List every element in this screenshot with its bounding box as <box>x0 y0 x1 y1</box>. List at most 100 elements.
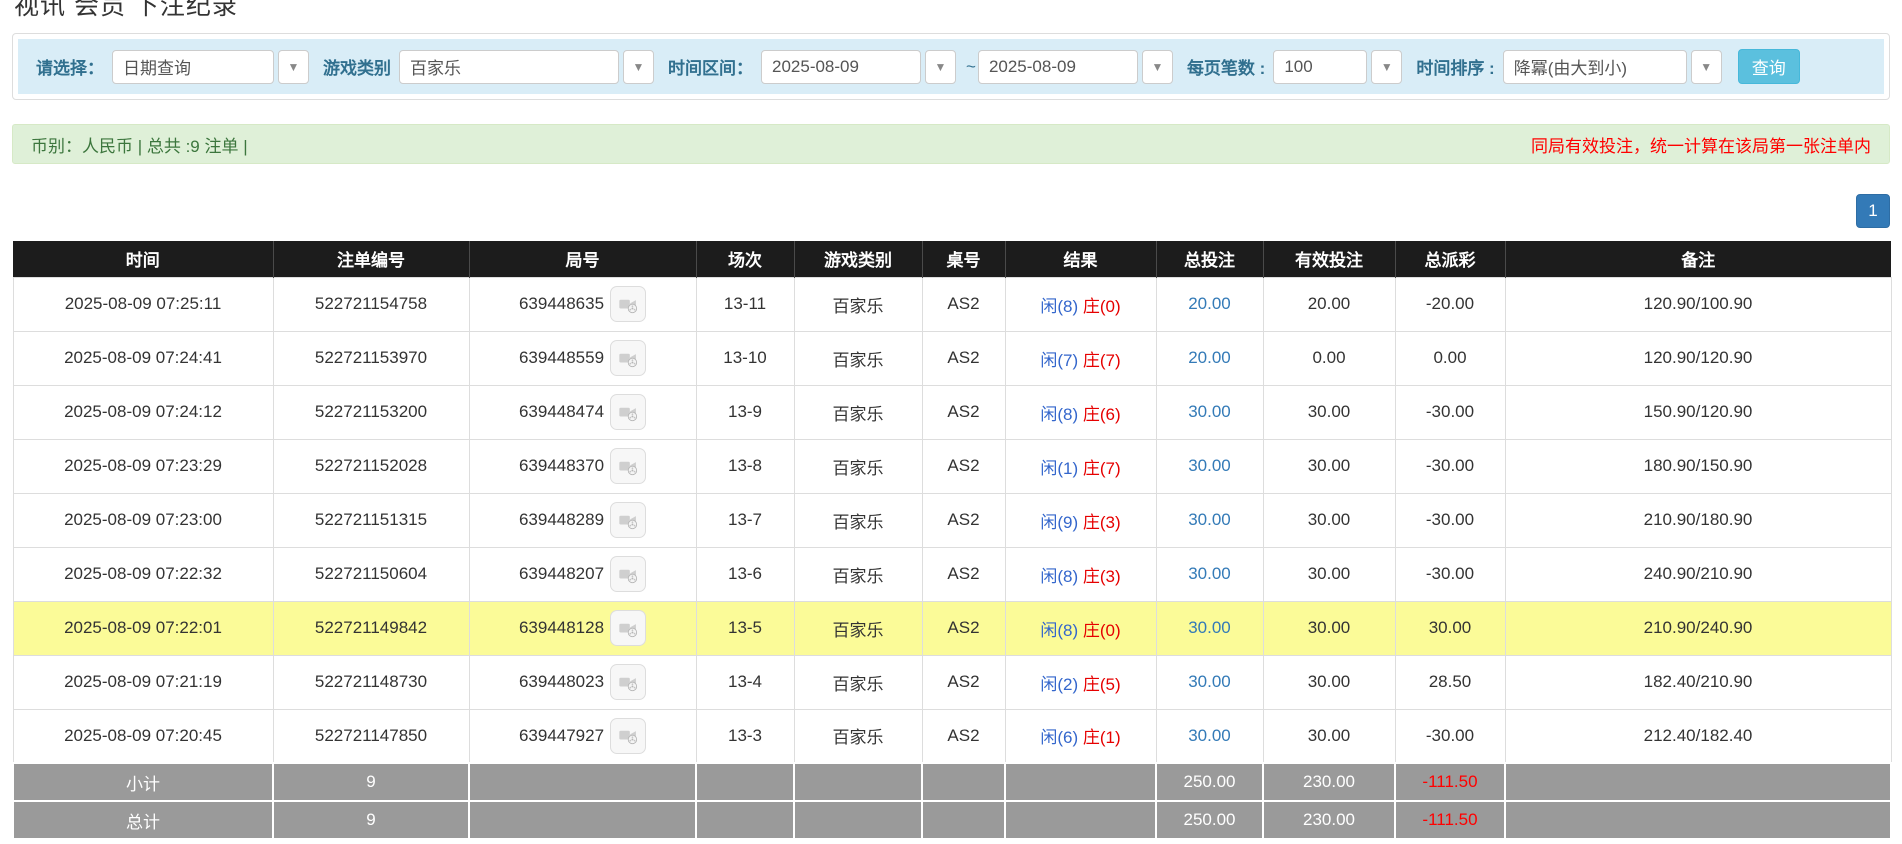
date-to-group: 2025-08-09 ▼ <box>978 50 1173 84</box>
header-round-id: 局号 <box>469 241 696 277</box>
round-id-wrap: 639448370 <box>519 448 646 484</box>
cell-result: 闲(2) 庄(5) <box>1005 655 1156 709</box>
cell-session: 13-5 <box>696 601 794 655</box>
cell-round-id: 639448128 <box>469 601 696 655</box>
result-banker: 庄(7) <box>1083 351 1121 370</box>
chevron-down-icon[interactable]: ▼ <box>1142 50 1173 84</box>
cell-bet-id: 522721153200 <box>273 385 469 439</box>
video-replay-button[interactable] <box>610 394 646 430</box>
round-number: 639447927 <box>519 726 604 746</box>
result-player: 闲(8) <box>1040 621 1078 640</box>
total-bet-link[interactable]: 30.00 <box>1188 672 1231 691</box>
round-id-wrap: 639448559 <box>519 340 646 376</box>
table-row: 2025-08-09 07:25:11522721154758639448635… <box>13 277 1891 331</box>
records-body: 2025-08-09 07:25:11522721154758639448635… <box>13 277 1891 763</box>
page-size-select[interactable]: 100 <box>1273 50 1367 84</box>
total-bet-link[interactable]: 20.00 <box>1188 294 1231 313</box>
cell-payout: -30.00 <box>1395 709 1505 763</box>
video-camera-icon <box>618 564 639 585</box>
video-replay-button[interactable] <box>610 718 646 754</box>
total-bet-link[interactable]: 30.00 <box>1188 618 1231 637</box>
header-time: 时间 <box>13 241 273 277</box>
chevron-down-icon[interactable]: ▼ <box>278 50 309 84</box>
cell-payout: -20.00 <box>1395 277 1505 331</box>
round-number: 639448289 <box>519 510 604 530</box>
cell-payout: 0.00 <box>1395 331 1505 385</box>
video-replay-button[interactable] <box>610 286 646 322</box>
cell-game-type: 百家乐 <box>794 439 922 493</box>
cell-result: 闲(8) 庄(6) <box>1005 385 1156 439</box>
video-replay-button[interactable] <box>610 502 646 538</box>
cell-game-type: 百家乐 <box>794 277 922 331</box>
total-row: 总计 9 250.00 230.00 -111.50 <box>13 801 1891 839</box>
date-to-select[interactable]: 2025-08-09 <box>978 50 1138 84</box>
filter-panel: 请选择： 日期查询 ▼ 游戏类别 百家乐 ▼ 时间区间： 2025-08-09 … <box>12 33 1890 100</box>
cell-round-id: 639448474 <box>469 385 696 439</box>
header-valid-bet: 有效投注 <box>1263 241 1395 277</box>
cell-note: 150.90/120.90 <box>1505 385 1891 439</box>
cell-time: 2025-08-09 07:23:00 <box>13 493 273 547</box>
cell-time: 2025-08-09 07:23:29 <box>13 439 273 493</box>
chevron-down-icon[interactable]: ▼ <box>623 50 654 84</box>
total-bet-link[interactable]: 20.00 <box>1188 348 1231 367</box>
cell-total-bet: 20.00 <box>1156 277 1263 331</box>
cell-session: 13-3 <box>696 709 794 763</box>
search-button[interactable]: 查询 <box>1738 49 1800 84</box>
cell-time: 2025-08-09 07:25:11 <box>13 277 273 331</box>
subtotal-payout: -111.50 <box>1395 763 1505 801</box>
video-replay-button[interactable] <box>610 448 646 484</box>
video-replay-button[interactable] <box>610 556 646 592</box>
cell-table-no: AS2 <box>922 493 1005 547</box>
date-from-select[interactable]: 2025-08-09 <box>761 50 921 84</box>
subtotal-empty-cell <box>922 763 1005 801</box>
table-row: 2025-08-09 07:24:41522721153970639448559… <box>13 331 1891 385</box>
cell-time: 2025-08-09 07:21:19 <box>13 655 273 709</box>
total-bet-link[interactable]: 30.00 <box>1188 564 1231 583</box>
mode-select[interactable]: 日期查询 <box>112 50 274 84</box>
page-title: 视讯 会员 下注纪录 <box>14 0 1890 21</box>
video-camera-icon <box>618 456 639 477</box>
header-bet-id: 注单编号 <box>273 241 469 277</box>
chevron-down-icon[interactable]: ▼ <box>925 50 956 84</box>
total-bet-link[interactable]: 30.00 <box>1188 510 1231 529</box>
game-type-select[interactable]: 百家乐 <box>399 50 619 84</box>
result-banker: 庄(6) <box>1083 405 1121 424</box>
subtotal-label: 小计 <box>13 763 273 801</box>
round-id-wrap: 639448474 <box>519 394 646 430</box>
result-banker: 庄(3) <box>1083 513 1121 532</box>
total-empty-cell <box>696 801 794 839</box>
cell-result: 闲(9) 庄(3) <box>1005 493 1156 547</box>
total-bet-link[interactable]: 30.00 <box>1188 726 1231 745</box>
video-camera-icon <box>618 618 639 639</box>
total-empty-cell <box>1005 801 1156 839</box>
chevron-down-icon[interactable]: ▼ <box>1371 50 1402 84</box>
video-replay-button[interactable] <box>610 664 646 700</box>
result-banker: 庄(7) <box>1083 459 1121 478</box>
time-sort-select[interactable]: 降冪(由大到小) <box>1503 50 1687 84</box>
cell-round-id: 639448023 <box>469 655 696 709</box>
cell-time: 2025-08-09 07:22:32 <box>13 547 273 601</box>
round-number: 639448023 <box>519 672 604 692</box>
cell-note: 212.40/182.40 <box>1505 709 1891 763</box>
page-1-button[interactable]: 1 <box>1856 194 1890 228</box>
video-camera-icon <box>618 510 639 531</box>
subtotal-total-bet: 250.00 <box>1156 763 1263 801</box>
total-valid-bet: 230.00 <box>1263 801 1395 839</box>
total-bet-link[interactable]: 30.00 <box>1188 456 1231 475</box>
round-id-wrap: 639448289 <box>519 502 646 538</box>
video-replay-button[interactable] <box>610 340 646 376</box>
subtotal-valid-bet: 230.00 <box>1263 763 1395 801</box>
video-camera-icon <box>618 402 639 423</box>
cell-table-no: AS2 <box>922 547 1005 601</box>
cell-table-no: AS2 <box>922 601 1005 655</box>
video-replay-button[interactable] <box>610 610 646 646</box>
table-row: 2025-08-09 07:23:29522721152028639448370… <box>13 439 1891 493</box>
header-note: 备注 <box>1505 241 1891 277</box>
cell-valid-bet: 30.00 <box>1263 655 1395 709</box>
chevron-down-icon[interactable]: ▼ <box>1691 50 1722 84</box>
cell-game-type: 百家乐 <box>794 493 922 547</box>
total-bet-link[interactable]: 30.00 <box>1188 402 1231 421</box>
round-id-wrap: 639448128 <box>519 610 646 646</box>
subtotal-empty-cell <box>1005 763 1156 801</box>
cell-game-type: 百家乐 <box>794 547 922 601</box>
